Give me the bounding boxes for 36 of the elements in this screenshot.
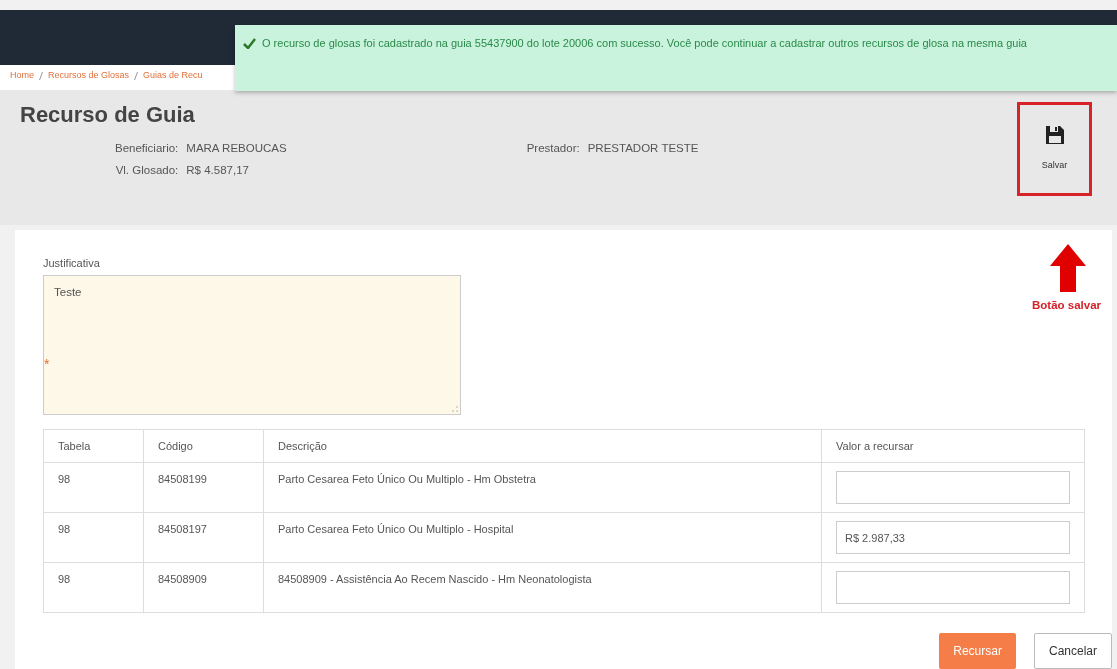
- table-cell: 98: [43, 512, 144, 563]
- table-cell: 98: [43, 562, 144, 613]
- field-value: R$ 4.587,17: [186, 162, 250, 178]
- table-cell: Parto Cesarea Feto Único Ou Multiplo - Hm Obstetra: [263, 462, 822, 513]
- column-header: Código: [143, 429, 264, 463]
- column-header: Valor a recursar: [821, 429, 1085, 463]
- field-label: Beneficiario:: [115, 141, 179, 157]
- value-input[interactable]: [836, 471, 1070, 504]
- value-input[interactable]: [836, 571, 1070, 604]
- cancel-button[interactable]: Cancelar: [1033, 633, 1112, 669]
- table-cell: 84508909 - Assistência Ao Recem Nascido - Hm Neonatologista: [263, 562, 822, 613]
- separator-icon: [39, 71, 43, 80]
- table-cell: 98: [43, 462, 144, 513]
- page-title: Recurso de Guia: [20, 102, 196, 129]
- column-header: Tabela: [43, 429, 144, 463]
- field-label: Vl. Glosado:: [115, 162, 179, 178]
- field-label: Justificativa: [43, 256, 101, 271]
- check-icon: [243, 38, 256, 49]
- field-value: PRESTADOR TESTE: [587, 141, 699, 157]
- field-value: Teste: [54, 285, 82, 298]
- separator-icon: [134, 71, 139, 80]
- value-input[interactable]: R$ 2.987,33: [836, 521, 1070, 554]
- annotation-label: Botão salvar: [1031, 298, 1101, 313]
- justification-field[interactable]: Teste *: [43, 274, 461, 415]
- field-value: MARA REBOUCAS: [186, 141, 287, 157]
- arrow-icon: [1050, 244, 1086, 292]
- table-cell: 84508197: [143, 512, 264, 563]
- table-cell: Parto Cesarea Feto Único Ou Multiplo - Hospital: [263, 512, 822, 563]
- resize-grip-icon: [452, 405, 458, 412]
- column-header: Descrição: [263, 429, 822, 463]
- table-cell: 84508909: [143, 562, 264, 613]
- table-cell: 84508199: [143, 462, 264, 513]
- field-label: Prestador:: [526, 141, 580, 157]
- toast-message: O recurso de glosas foi cadastrado na guia 55437900 do lote 20006 com sucesso. Você pode continuar a cadastrar outros recursos de glosa na mesma guia: [262, 36, 1027, 51]
- save-button[interactable]: Salvar: [1020, 105, 1089, 193]
- required-mark: *: [44, 354, 50, 374]
